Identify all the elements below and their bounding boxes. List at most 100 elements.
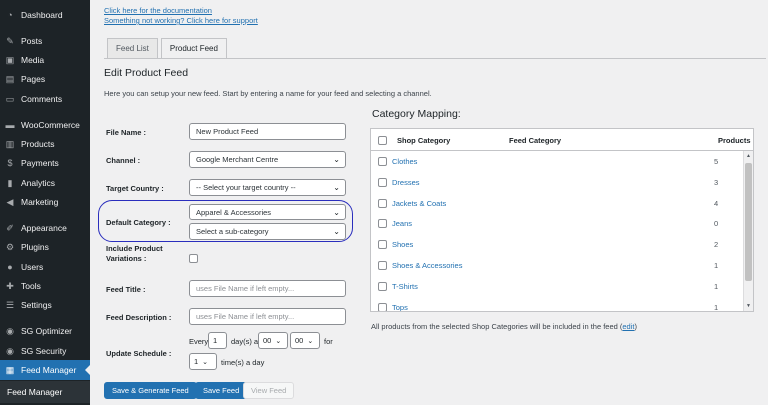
products-icon: ▥ — [5, 138, 15, 149]
header-shop-category: Shop Category — [397, 136, 451, 145]
category-checkbox[interactable] — [378, 281, 387, 291]
submenu-feed-manager[interactable]: Feed Manager — [0, 381, 90, 403]
sidebar-item-posts[interactable]: ✎ Posts — [0, 31, 90, 51]
product-count: 1 — [714, 281, 719, 291]
save-feed-button[interactable]: Save Feed — [195, 382, 248, 399]
sidebar-item-tools[interactable]: ✚ Tools — [0, 276, 90, 296]
schedule-days-input[interactable]: 1 — [208, 332, 227, 349]
sidebar-item-sg-security[interactable]: ◉ SG Security — [0, 341, 90, 361]
category-name-link[interactable]: Shoes — [392, 240, 413, 249]
user-icon: ● — [7, 262, 13, 272]
category-checkbox[interactable] — [378, 177, 387, 187]
table-header: Shop Category Feed Category Products — [371, 129, 753, 151]
sidebar-item-label: Dashboard — [21, 10, 63, 20]
target-country-label: Target Country : — [106, 184, 164, 193]
table-row: Shoes 2 — [371, 234, 743, 255]
category-name-link[interactable]: Jeans — [392, 219, 412, 228]
header-products: Products — [718, 136, 751, 145]
sidebar-item-feed-manager[interactable]: ▦ Feed Manager — [0, 360, 90, 380]
tab-feed-list[interactable]: Feed List — [107, 38, 158, 58]
main-content: Click here for the documentation Somethi… — [90, 0, 768, 405]
product-count: 1 — [714, 261, 719, 270]
category-checkbox[interactable] — [378, 157, 387, 166]
sidebar-item-products[interactable]: ▥ Products — [0, 134, 90, 154]
category-name-link[interactable]: T-Shirts — [392, 282, 418, 291]
category-name-link[interactable]: Clothes — [392, 157, 417, 166]
include-variations-label: Include Product Variations : — [106, 244, 163, 263]
category-checkbox[interactable] — [378, 219, 387, 229]
category-mapping-table: Shop Category Feed Category Products Clo… — [370, 128, 754, 312]
feed-description-input[interactable]: uses File Name if left empty... — [189, 308, 346, 325]
sidebar-item-appearance[interactable]: ✐ Appearance — [0, 218, 90, 238]
channel-label: Channel : — [106, 156, 141, 165]
sidebar-item-label: Marketing — [21, 197, 59, 207]
category-name-link[interactable]: Dresses — [392, 178, 420, 187]
sidebar-item-users[interactable]: ● Users — [0, 257, 90, 277]
save-generate-button[interactable]: Save & Generate Feed — [104, 382, 197, 399]
category-checkbox[interactable] — [378, 261, 387, 270]
intro-text: Here you can setup your new feed. Start … — [104, 89, 432, 98]
schedule-times-select[interactable]: 1 ⌄ — [189, 353, 217, 370]
include-variations-checkbox[interactable] — [189, 254, 198, 263]
file-name-input[interactable]: New Product Feed — [189, 123, 346, 140]
category-checkbox[interactable] — [378, 240, 387, 250]
sidebar-item-label: SG Security — [21, 346, 67, 356]
table-scrollbar[interactable]: ▲ ▼ — [743, 151, 753, 311]
scroll-down-icon[interactable]: ▼ — [744, 303, 753, 311]
sidebar-item-marketing[interactable]: ◀ Marketing — [0, 192, 90, 212]
brush-icon: ✐ — [6, 222, 14, 233]
sidebar-item-label: SG Optimizer — [21, 326, 73, 336]
product-count: 4 — [714, 198, 719, 208]
documentation-link[interactable]: Click here for the documentation — [104, 6, 258, 16]
view-feed-button[interactable]: View Feed — [243, 382, 295, 399]
schedule-minute-select[interactable]: 00 ⌄ — [290, 332, 320, 349]
sidebar-item-media[interactable]: ▣ Media — [0, 50, 90, 70]
schedule-hour-select[interactable]: 00 ⌄ — [258, 332, 288, 349]
sidebar-item-label: Feed Manager — [21, 365, 77, 375]
category-name-link[interactable]: Shoes & Accessories — [392, 261, 462, 270]
submenu-label: Feed Manager — [7, 387, 63, 397]
category-checkbox[interactable] — [378, 302, 387, 311]
sidebar-item-pages[interactable]: ▤ Pages — [0, 69, 90, 89]
category-name-link[interactable]: Jackets & Coats — [392, 199, 446, 208]
schedule-times-suffix: time(s) a day — [221, 358, 265, 367]
feed-title-input[interactable]: uses File Name if left empty... — [189, 280, 346, 297]
category-mapping-note: All products from the selected Shop Cate… — [371, 322, 637, 331]
note-text: All products from the selected Shop Cate… — [371, 322, 623, 331]
megaphone-icon: ◀ — [6, 196, 14, 207]
sidebar-item-label: Analytics — [21, 178, 56, 188]
sidebar-item-woocommerce[interactable]: ▬ WooCommerce — [0, 115, 90, 135]
table-row: Shoes & Accessories 1 — [371, 255, 743, 276]
update-schedule-label: Update Schedule : — [106, 349, 172, 358]
chevron-down-icon: ⌄ — [307, 337, 314, 345]
scroll-up-icon[interactable]: ▲ — [744, 153, 753, 161]
scroll-thumb[interactable] — [745, 163, 752, 281]
category-name-link[interactable]: Tops — [392, 303, 408, 311]
target-country-select[interactable]: -- Select your target country -- ⌄ — [189, 179, 346, 196]
channel-select[interactable]: Google Merchant Centre ⌄ — [189, 151, 346, 168]
sidebar-item-label: WooCommerce — [21, 120, 80, 130]
category-checkbox[interactable] — [378, 198, 387, 208]
sidebar-item-payments[interactable]: $ Payments — [0, 153, 90, 173]
sidebar-item-sg-optimizer[interactable]: ◉ SG Optimizer — [0, 321, 90, 341]
sidebar-item-label: Payments — [21, 158, 59, 168]
sidebar-item-comments[interactable]: ▭ Comments — [0, 89, 90, 109]
product-count: 5 — [714, 157, 719, 166]
pin-icon: ✎ — [6, 35, 14, 46]
schedule-hour-value: 00 — [263, 336, 272, 345]
feed-description-label: Feed Description : — [106, 313, 172, 322]
sidebar-item-label: Products — [21, 139, 55, 149]
support-link[interactable]: Something not working? Click here for su… — [104, 16, 258, 26]
sidebar-item-dashboard[interactable]: ◔ Dashboard — [0, 5, 90, 25]
sidebar-item-settings[interactable]: ☰ Settings — [0, 295, 90, 315]
product-count: 1 — [714, 302, 719, 312]
table-row: Jackets & Coats 4 — [371, 193, 743, 214]
select-all-checkbox[interactable] — [378, 136, 387, 145]
sidebar-item-plugins[interactable]: ⚙ Plugins — [0, 237, 90, 257]
sidebar-item-analytics[interactable]: ▮ Analytics — [0, 173, 90, 193]
wrench-icon: ✚ — [6, 280, 14, 291]
help-links: Click here for the documentation Somethi… — [104, 6, 258, 26]
table-row: Tops 1 — [371, 297, 743, 312]
edit-link[interactable]: edit — [622, 322, 634, 331]
tab-product-feed[interactable]: Product Feed — [160, 38, 227, 58]
